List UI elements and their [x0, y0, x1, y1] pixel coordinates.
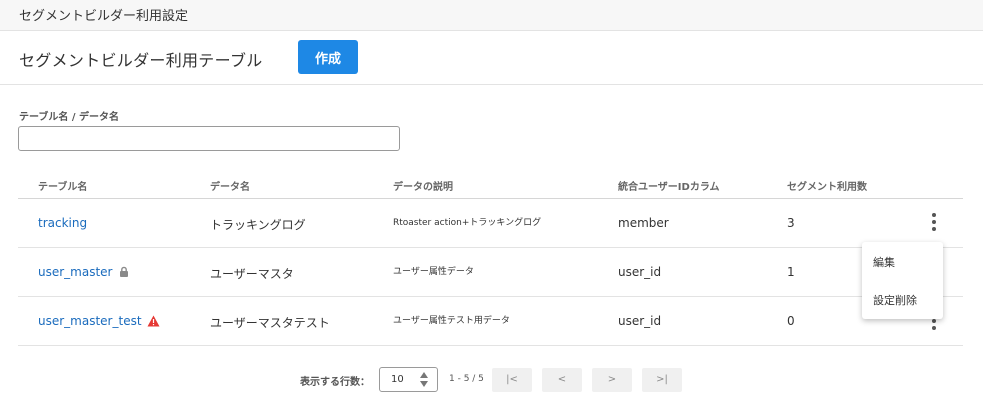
- lock-icon: [118, 266, 130, 281]
- table-header: テーブル名 データ名 データの説明 統合ユーザーIDカラム セグメント利用数: [18, 170, 963, 199]
- segment-count-cell: 3: [787, 216, 795, 230]
- menu-item-delete-settings[interactable]: 設定削除: [873, 292, 917, 308]
- description-cell: ユーザー属性テスト用データ: [393, 316, 510, 326]
- row-menu-icon[interactable]: [929, 213, 939, 235]
- column-header-table-name: テーブル名: [38, 182, 88, 193]
- table-row: user_master ユーザーマスタ ユーザー属性データ user_id 1: [18, 248, 963, 297]
- page-title: セグメントビルダー利用テーブル: [19, 51, 263, 70]
- up-down-arrows-icon: [419, 371, 429, 388]
- filter-label: テーブル名 / データ名: [19, 112, 120, 123]
- top-bar: セグメントビルダー利用設定: [0, 0, 983, 31]
- create-button[interactable]: 作成: [298, 40, 358, 74]
- table-name-cell: user_master_test: [38, 314, 160, 330]
- table-name-cell: user_master: [38, 265, 130, 281]
- menu-item-edit[interactable]: 編集: [873, 254, 895, 270]
- warning-icon: [147, 315, 160, 330]
- row-menu-icon[interactable]: [929, 319, 939, 330]
- table-row: tracking トラッキングログ Rtoaster action+トラッキング…: [18, 199, 963, 248]
- column-header-user-id-column: 統合ユーザーIDカラム: [618, 182, 720, 193]
- last-page-button[interactable]: >|: [642, 368, 682, 392]
- pagination: 表示する行数： 10 1 - 5 / 5 |< < > >|: [0, 367, 983, 393]
- page-header: セグメントビルダー利用テーブル 作成: [0, 31, 983, 85]
- data-name-cell: ユーザーマスタ: [210, 267, 294, 281]
- description-cell: ユーザー属性データ: [393, 267, 474, 277]
- column-header-segment-count: セグメント利用数: [787, 182, 867, 193]
- user-id-column-cell: user_id: [618, 314, 662, 328]
- segment-count-cell: 1: [787, 265, 795, 279]
- app-title: セグメントビルダー利用設定: [19, 9, 189, 24]
- table-name-link[interactable]: tracking: [38, 216, 87, 230]
- page-range: 1 - 5 / 5: [449, 374, 484, 384]
- column-header-data-name: データ名: [210, 182, 250, 193]
- tables-table: テーブル名 データ名 データの説明 統合ユーザーIDカラム セグメント利用数 t…: [18, 170, 963, 346]
- previous-page-button[interactable]: <: [542, 368, 582, 392]
- rows-per-page-select[interactable]: 10: [379, 367, 438, 392]
- filter-input[interactable]: [18, 126, 400, 151]
- description-cell: Rtoaster action+トラッキングログ: [393, 218, 542, 228]
- next-page-button[interactable]: >: [592, 368, 632, 392]
- table-name-link[interactable]: user_master: [38, 265, 113, 279]
- data-name-cell: トラッキングログ: [210, 218, 306, 232]
- table-name-link[interactable]: user_master_test: [38, 314, 142, 328]
- data-name-cell: ユーザーマスタテスト: [210, 316, 330, 330]
- segment-count-cell: 0: [787, 314, 795, 328]
- user-id-column-cell: user_id: [618, 265, 662, 279]
- column-header-description: データの説明: [393, 182, 453, 193]
- first-page-button[interactable]: |<: [492, 368, 532, 392]
- user-id-column-cell: member: [618, 216, 669, 230]
- rows-per-page-label: 表示する行数：: [300, 377, 370, 388]
- rows-per-page-value: 10: [391, 374, 404, 385]
- table-row: user_master_test ユーザーマスタテスト ユーザー属性テスト用デー…: [18, 297, 963, 346]
- row-context-menu: 編集 設定削除: [862, 242, 943, 319]
